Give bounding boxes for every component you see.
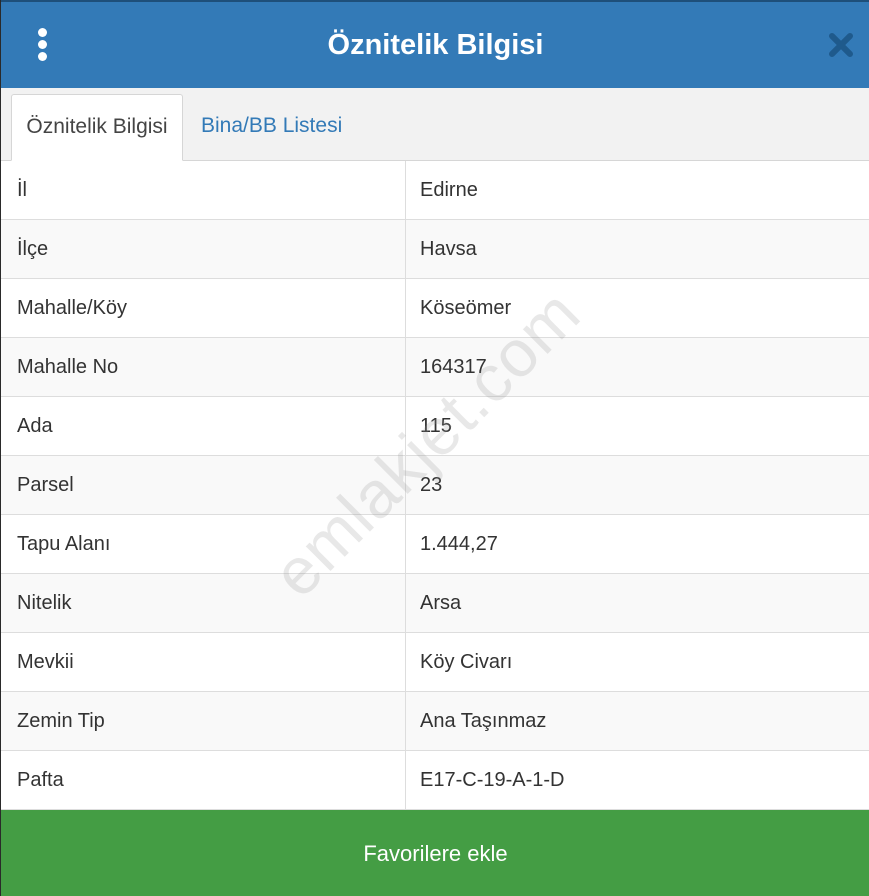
attribute-label: Mahalle/Köy <box>1 279 406 337</box>
attribute-label: Pafta <box>1 751 406 809</box>
attribute-label: Zemin Tip <box>1 692 406 750</box>
attribute-value: Arsa <box>420 592 462 614</box>
dialog-header: Öznitelik Bilgisi <box>1 0 869 88</box>
attribute-value: Edirne <box>420 179 478 201</box>
attribute-value: 1.444,27 <box>420 533 498 555</box>
table-row: Mevkii Köy Civarı <box>1 633 869 692</box>
table-row: Tapu Alanı 1.444,27 <box>1 515 869 574</box>
attribute-value: Havsa <box>420 238 477 260</box>
close-x-icon[interactable] <box>828 32 854 58</box>
attribute-label: İl <box>1 161 406 219</box>
dialog-title: Öznitelik Bilgisi <box>327 29 544 61</box>
attribute-label: Nitelik <box>1 574 406 632</box>
table-row: Nitelik Arsa <box>1 574 869 633</box>
add-to-favorites-button[interactable]: Favorilere ekle <box>1 810 869 896</box>
tab-building-list[interactable]: Bina/BB Listesi <box>187 94 356 161</box>
attribute-value: 23 <box>420 474 443 496</box>
attribute-label: Mevkii <box>1 633 406 691</box>
attribute-table: İl Edirne İlçe Havsa Mahalle/Köy Köseöme… <box>1 161 869 810</box>
attribute-label: Parsel <box>1 456 406 514</box>
attribute-label: İlçe <box>1 220 406 278</box>
table-row: Mahalle/Köy Köseömer <box>1 279 869 338</box>
table-row: Ada 115 <box>1 397 869 456</box>
attribute-label: Tapu Alanı <box>1 515 406 573</box>
attribute-value: Köy Civarı <box>420 651 513 673</box>
table-row: Mahalle No 164317 <box>1 338 869 397</box>
table-row: Pafta E17-C-19-A-1-D <box>1 751 869 810</box>
table-row: İl Edirne <box>1 161 869 220</box>
attribute-value: 115 <box>420 415 452 437</box>
attribute-value: Köseömer <box>420 297 512 319</box>
attribute-value: E17-C-19-A-1-D <box>420 769 565 791</box>
tab-bar: Öznitelik Bilgisi Bina/BB Listesi <box>1 88 869 161</box>
attribute-value: 164317 <box>420 356 487 378</box>
table-row: Parsel 23 <box>1 456 869 515</box>
attribute-label: Mahalle No <box>1 338 406 396</box>
table-row: İlçe Havsa <box>1 220 869 279</box>
attribute-info-dialog: Öznitelik Bilgisi Öznitelik Bilgisi Bina… <box>0 0 869 896</box>
attribute-label: Ada <box>1 397 406 455</box>
tab-attribute-info[interactable]: Öznitelik Bilgisi <box>11 94 183 161</box>
attribute-value: Ana Taşınmaz <box>420 710 547 732</box>
table-row: Zemin Tip Ana Taşınmaz <box>1 692 869 751</box>
